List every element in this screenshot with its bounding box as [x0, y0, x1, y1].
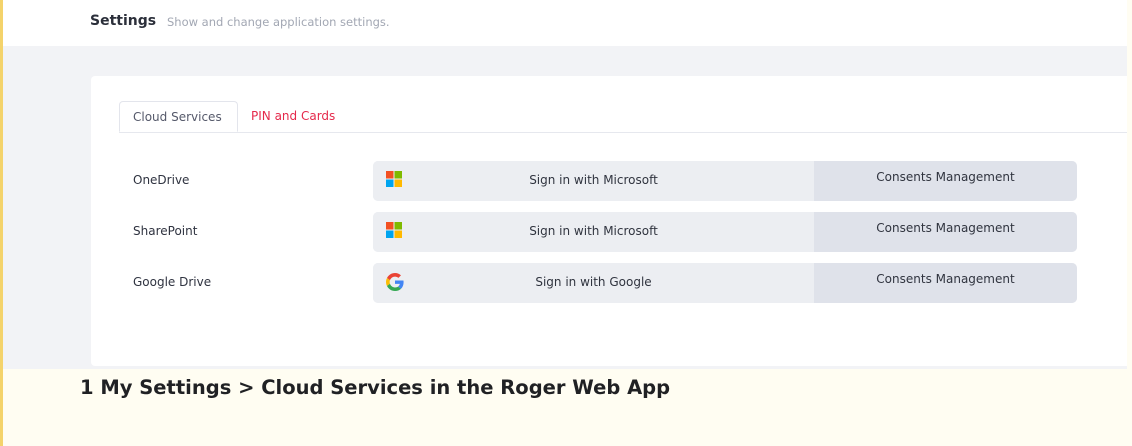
tab-cloud-services[interactable]: Cloud Services — [119, 101, 238, 132]
consents-management-button[interactable]: Consents Management — [814, 212, 1077, 252]
service-name: Google Drive — [133, 275, 212, 289]
settings-card: Cloud Services PIN and Cards OneDrive Si… — [91, 76, 1127, 366]
service-name: OneDrive — [133, 173, 190, 187]
consents-button-label: Consents Management — [876, 221, 1015, 235]
consents-button-label: Consents Management — [876, 272, 1015, 286]
service-actions: Sign in with Microsoft Consents Manageme… — [373, 161, 1077, 201]
service-row-google-drive: Google Drive Sign in with Google Consent… — [91, 263, 1127, 303]
signin-button-label: Sign in with Google — [535, 275, 652, 289]
signin-microsoft-button[interactable]: Sign in with Microsoft — [373, 212, 814, 252]
signin-button-label: Sign in with Microsoft — [529, 173, 658, 187]
app-screenshot: Settings Show and change application set… — [3, 0, 1127, 369]
signin-google-button[interactable]: Sign in with Google — [373, 263, 814, 303]
service-row-sharepoint: SharePoint Sign in with Microsoft Consen… — [91, 212, 1127, 252]
page-header: Settings Show and change application set… — [3, 0, 1127, 46]
signin-microsoft-button[interactable]: Sign in with Microsoft — [373, 161, 814, 201]
page-title: Settings — [90, 13, 157, 29]
tab-pin-and-cards[interactable]: PIN and Cards — [238, 101, 348, 132]
tab-divider — [119, 132, 1127, 133]
service-actions: Sign in with Microsoft Consents Manageme… — [373, 212, 1077, 252]
consents-button-label: Consents Management — [876, 170, 1015, 184]
figure-caption: 1 My Settings > Cloud Services in the Ro… — [80, 376, 671, 399]
consents-management-button[interactable]: Consents Management — [814, 263, 1077, 303]
service-actions: Sign in with Google Consents Management — [373, 263, 1077, 303]
signin-button-label: Sign in with Microsoft — [529, 224, 658, 238]
service-name: SharePoint — [133, 224, 198, 238]
page-subtitle: Show and change application settings. — [167, 15, 390, 29]
consents-management-button[interactable]: Consents Management — [814, 161, 1077, 201]
service-row-onedrive: OneDrive Sign in with Microsoft Consents… — [91, 161, 1127, 201]
